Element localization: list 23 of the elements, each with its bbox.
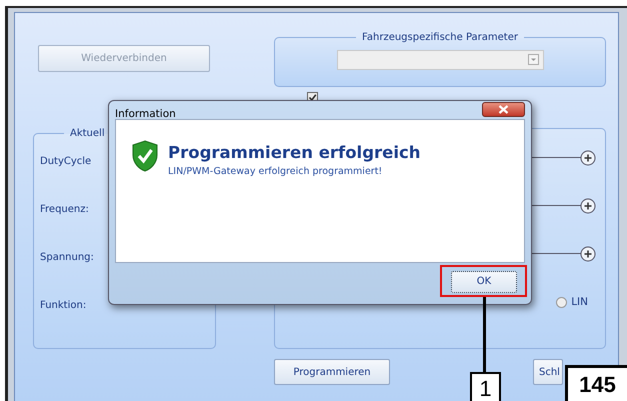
ok-button[interactable]: OK bbox=[451, 270, 517, 292]
field-label: DutyCycle bbox=[40, 155, 92, 169]
callout-number: 1 bbox=[470, 372, 501, 401]
dialog-title: Information bbox=[115, 108, 176, 120]
slider-thumb[interactable] bbox=[580, 150, 596, 166]
group-title: Aktuell bbox=[69, 128, 106, 139]
field-label: Funktion: bbox=[40, 299, 86, 313]
radio-button[interactable] bbox=[556, 296, 568, 308]
radio-label: LIN bbox=[571, 296, 588, 308]
close-button[interactable] bbox=[482, 102, 525, 117]
dialog-heading: Programmieren erfolgreich bbox=[168, 143, 421, 162]
program-button[interactable]: Programmieren bbox=[274, 359, 390, 385]
group-title: Fahrzeugspezifische Parameter bbox=[361, 32, 519, 43]
field-label: Spannung: bbox=[40, 251, 94, 265]
dialog-message: LIN/PWM-Gateway erfolgreich programmiert! bbox=[168, 166, 384, 177]
page-number: 145 bbox=[565, 365, 627, 401]
slider-thumb[interactable] bbox=[580, 246, 596, 262]
close-button[interactable]: Schl bbox=[533, 359, 563, 385]
field-label: Frequenz: bbox=[40, 203, 89, 217]
shield-check-icon bbox=[132, 140, 158, 172]
caret-icon bbox=[528, 54, 538, 65]
slider-thumb[interactable] bbox=[580, 198, 596, 214]
close-icon bbox=[498, 105, 509, 114]
